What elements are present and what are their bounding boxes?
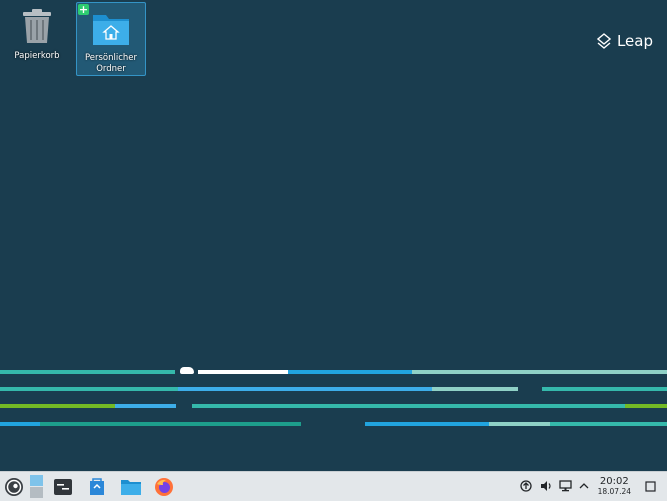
update-notifier[interactable]: [519, 479, 533, 493]
desktop-icon-label: Persönlicher Ordner: [84, 53, 138, 74]
volume-icon: [540, 481, 551, 491]
stripe: [0, 422, 40, 426]
chameleon-icon: [180, 367, 194, 374]
stripe: [489, 422, 550, 426]
stripe: [198, 370, 288, 374]
stripe: [550, 422, 667, 426]
stripe: [288, 370, 412, 374]
clock-date: 18.07.24: [597, 487, 631, 496]
add-badge-icon[interactable]: +: [78, 4, 89, 15]
desktop-icon-home-folder[interactable]: Persönlicher Ordner +: [76, 2, 146, 76]
desktop: Papierkorb Persönlicher Ordner + Leap: [0, 0, 667, 471]
stripe: [432, 387, 518, 391]
application-launcher-button[interactable]: [3, 474, 25, 499]
discover-icon: [90, 477, 104, 495]
clock-time: 20:02: [599, 476, 629, 487]
leap-logo-icon: [596, 33, 611, 49]
trash-icon: [23, 9, 51, 43]
stripe: [412, 370, 667, 374]
pager-desktop-2[interactable]: [29, 487, 43, 498]
virtual-desktop-pager-icon: [29, 475, 43, 498]
taskbar-app-firefox[interactable]: [153, 474, 175, 499]
firefox-icon: [155, 477, 173, 496]
taskbar-app-discover[interactable]: [86, 474, 108, 499]
stripe: [0, 370, 175, 374]
virtual-desktop-pager[interactable]: [29, 474, 43, 499]
stripe: [40, 422, 301, 426]
taskbar: 20:02 18.07.24: [0, 471, 667, 501]
konsole-icon: [54, 478, 72, 495]
desktop-icon-trash[interactable]: Papierkorb: [3, 5, 71, 65]
stripe: [365, 422, 489, 426]
stripe: [625, 404, 667, 408]
stripe: [542, 387, 667, 391]
leap-logo-text: Leap: [616, 32, 653, 50]
stripe: [0, 404, 115, 408]
network-icon: [558, 480, 572, 492]
show-desktop-button[interactable]: [643, 479, 657, 493]
leap-logo: Leap: [596, 32, 653, 50]
stripe: [178, 387, 432, 391]
stripe: [192, 404, 625, 408]
volume-control[interactable]: [539, 479, 553, 493]
expand-tray-icon: [579, 483, 589, 489]
pager-desktop-1[interactable]: [29, 475, 43, 486]
home-folder-icon: [93, 15, 129, 45]
update-icon: [520, 480, 532, 492]
opensuse-launcher-icon: [5, 477, 23, 496]
stripe: [0, 387, 178, 391]
network-status[interactable]: [558, 479, 572, 493]
dolphin-folder-icon: [121, 479, 141, 495]
show-desktop-icon: [644, 480, 656, 492]
desktop-icon-label: Papierkorb: [14, 51, 60, 61]
expand-tray-button[interactable]: [577, 479, 591, 493]
taskbar-app-konsole[interactable]: [52, 474, 74, 499]
taskbar-app-dolphin[interactable]: [119, 474, 143, 499]
stripe: [115, 404, 176, 408]
digital-clock[interactable]: 20:02 18.07.24: [598, 476, 631, 496]
